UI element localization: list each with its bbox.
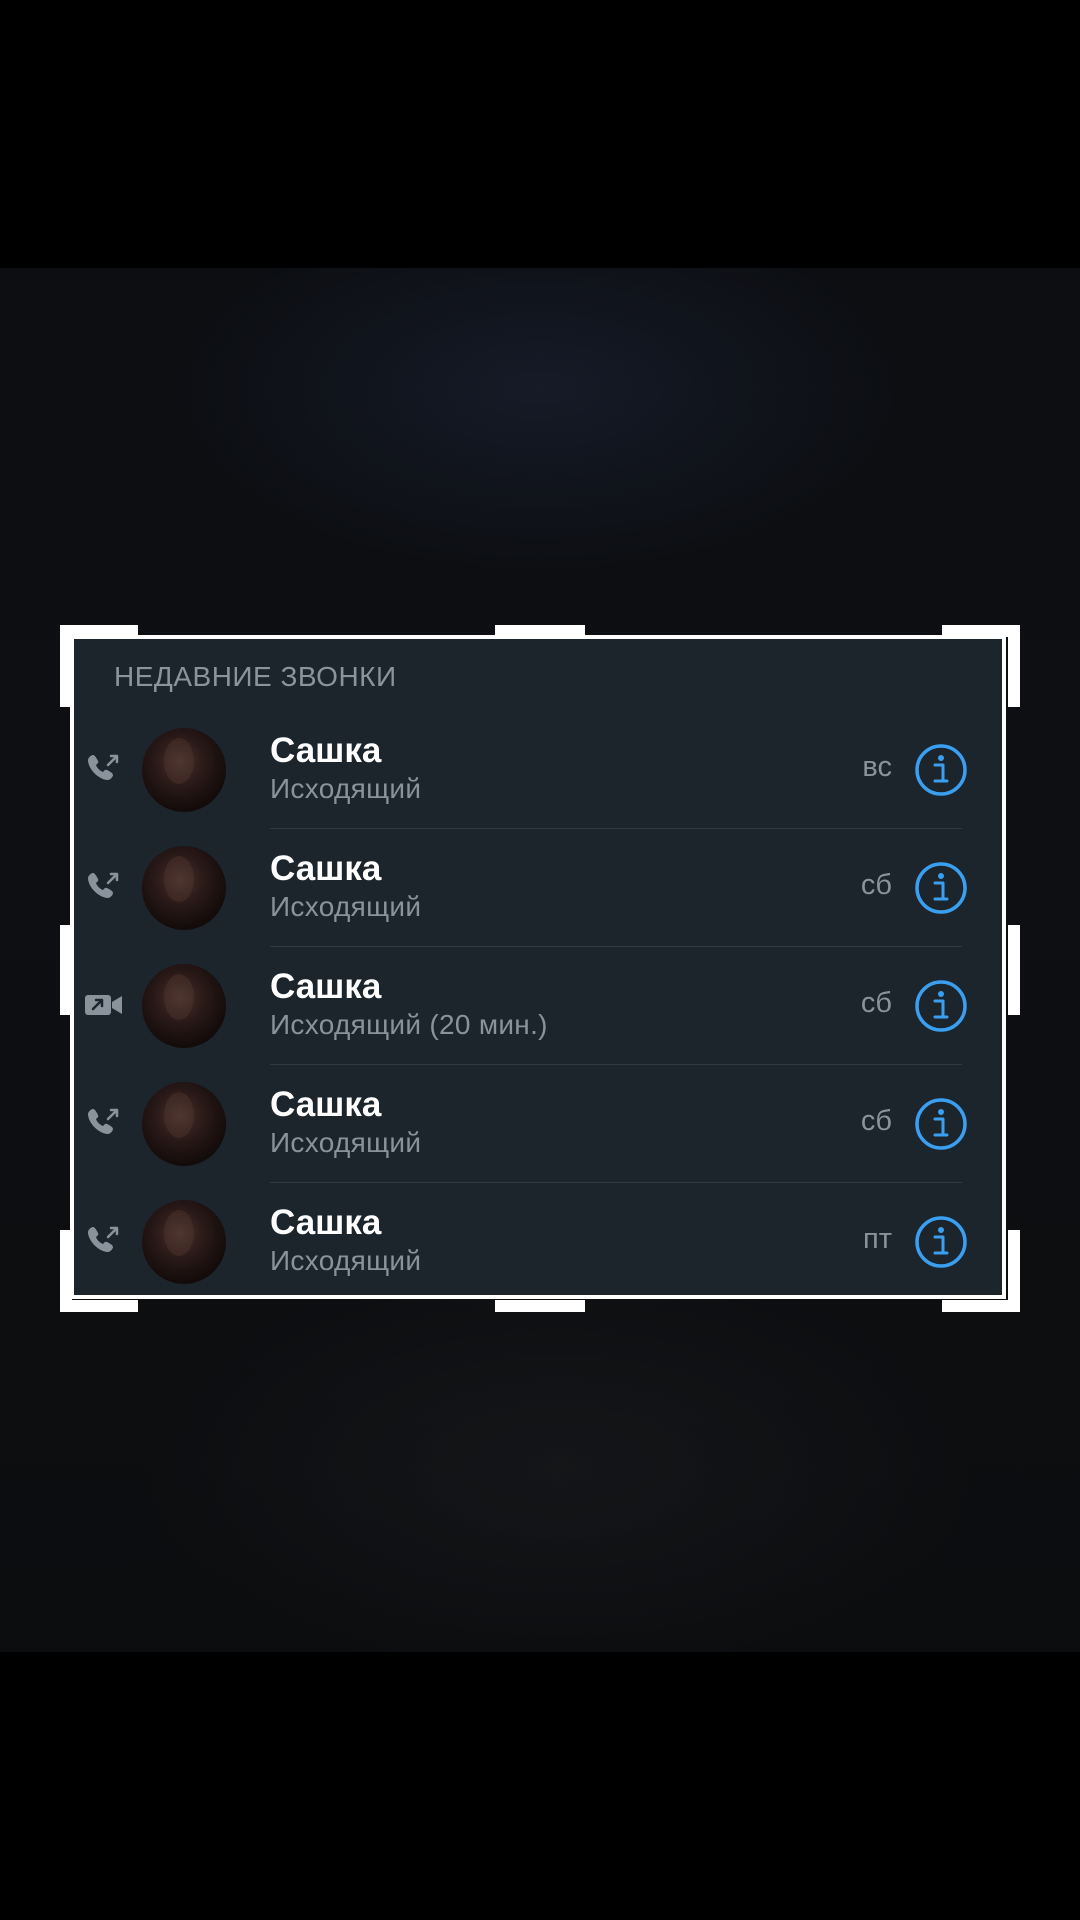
call-row[interactable]: Сашка Исходящий сб <box>74 829 1002 947</box>
call-row[interactable]: Сашка Исходящий вс <box>74 711 1002 829</box>
outgoing-call-icon <box>84 749 124 789</box>
crop-handle-bottom-center[interactable] <box>495 1300 585 1312</box>
crop-handle-middle-right[interactable] <box>1008 925 1020 1015</box>
call-day: сб <box>860 1105 892 1137</box>
info-icon[interactable] <box>914 1215 968 1269</box>
call-status: Исходящий <box>270 773 422 804</box>
recent-calls-card: НЕДАВНИЕ ЗВОНКИ Сашка Исходящий вс Сашка… <box>70 635 1006 1299</box>
outgoing-video-call-icon <box>84 985 124 1025</box>
contact-name: Сашка <box>270 731 382 770</box>
outgoing-call-icon <box>84 1103 124 1143</box>
call-day: сб <box>860 869 892 901</box>
call-status: Исходящий <box>270 1127 422 1158</box>
avatar[interactable] <box>142 964 226 1048</box>
call-status: Исходящий <box>270 1245 422 1276</box>
crop-handle-top-right-vertical[interactable] <box>1008 625 1020 707</box>
call-row[interactable]: Сашка Исходящий пт <box>74 1183 1002 1295</box>
avatar[interactable] <box>142 1082 226 1166</box>
call-row[interactable]: Сашка Исходящий (20 мин.) сб <box>74 947 1002 1065</box>
outgoing-call-icon <box>84 867 124 907</box>
crop-handle-bottom-right-vertical[interactable] <box>1008 1230 1020 1312</box>
call-day: сб <box>860 987 892 1019</box>
avatar[interactable] <box>142 1200 226 1284</box>
contact-name: Сашка <box>270 849 382 888</box>
section-title: НЕДАВНИЕ ЗВОНКИ <box>114 661 397 692</box>
contact-name: Сашка <box>270 967 382 1006</box>
avatar[interactable] <box>142 728 226 812</box>
call-status: Исходящий <box>270 891 422 922</box>
contact-name: Сашка <box>270 1085 382 1124</box>
call-day: пт <box>863 1223 892 1255</box>
info-icon[interactable] <box>914 979 968 1033</box>
avatar[interactable] <box>142 846 226 930</box>
call-row[interactable]: Сашка Исходящий сб <box>74 1065 1002 1183</box>
info-icon[interactable] <box>914 1097 968 1151</box>
call-status: Исходящий (20 мин.) <box>270 1009 548 1040</box>
info-icon[interactable] <box>914 861 968 915</box>
contact-name: Сашка <box>270 1203 382 1242</box>
info-icon[interactable] <box>914 743 968 797</box>
outgoing-call-icon <box>84 1221 124 1261</box>
call-day: вс <box>862 751 892 783</box>
